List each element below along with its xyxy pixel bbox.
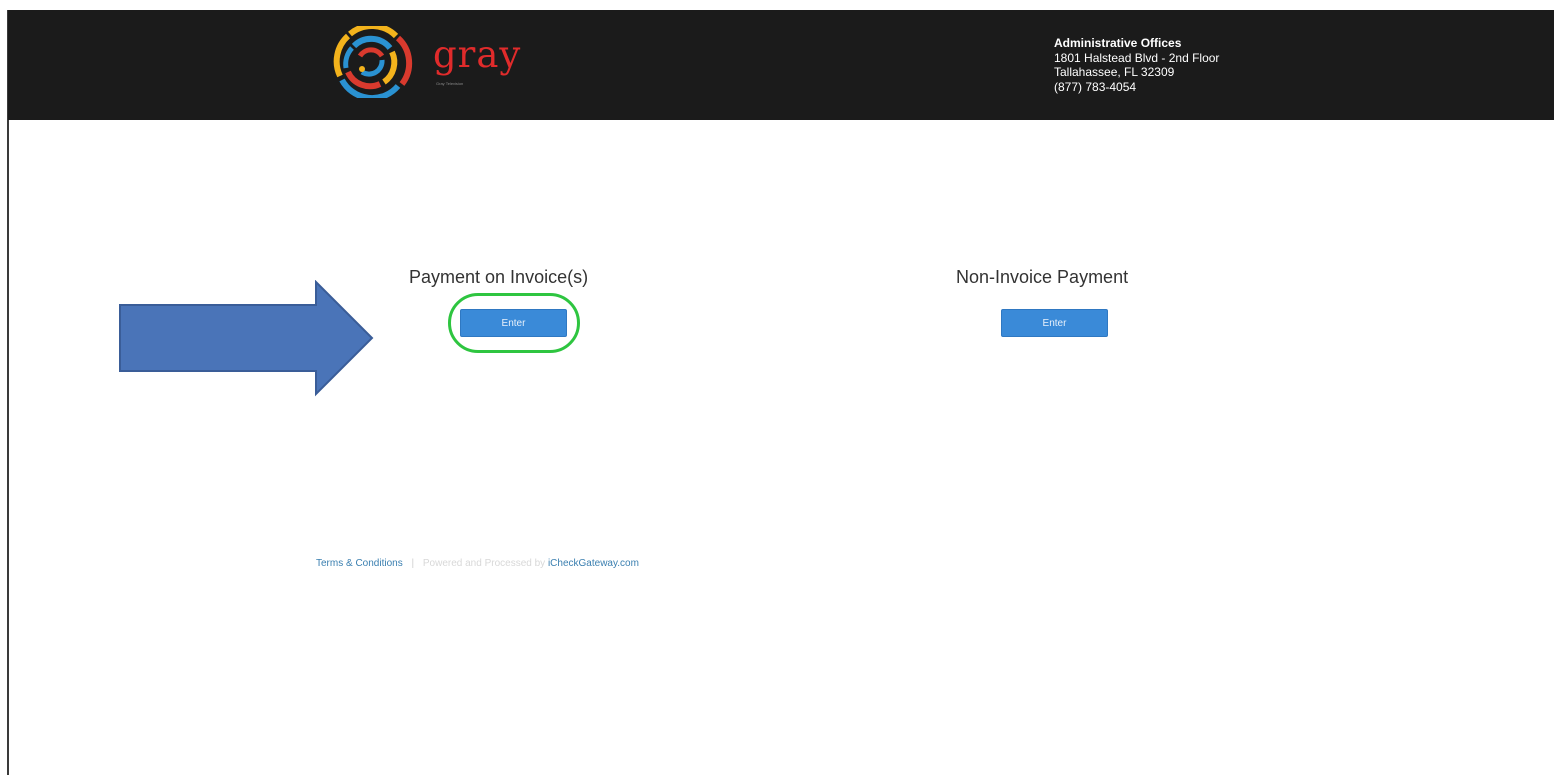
- header-bar: [8, 10, 1554, 120]
- terms-conditions-link[interactable]: Terms & Conditions: [316, 558, 403, 569]
- gray-logo-icon: [333, 23, 413, 102]
- address-line-1: 1801 Halstead Blvd - 2nd Floor: [1054, 50, 1220, 65]
- logo-wordmark: gray: [433, 33, 522, 76]
- address-line-2: Tallahassee, FL 32309: [1054, 65, 1175, 79]
- address-phone: (877) 783-4054: [1054, 79, 1137, 94]
- window-left-border: [7, 10, 9, 775]
- address-title: Administrative Offices: [1054, 36, 1182, 50]
- annotation-arrow: [118, 279, 378, 403]
- non-invoice-payment-title: Non-Invoice Payment: [956, 267, 1129, 287]
- annotation-highlight-circle: [448, 293, 580, 353]
- non-invoice-enter-button[interactable]: Enter: [1001, 309, 1108, 337]
- powered-by-text: Powered and Processed by: [422, 558, 546, 569]
- gray-logo[interactable]: gray Gray Television: [332, 23, 542, 102]
- page: gray Gray Television Administrative Offi…: [0, 0, 1554, 775]
- address-block: Administrative Offices 1801 Halstead Blv…: [1054, 36, 1219, 94]
- logo-tagline: Gray Television: [436, 81, 464, 86]
- payment-on-invoice-title: Payment on Invoice(s): [409, 267, 589, 287]
- icheckgateway-link[interactable]: iCheckGateway.com: [548, 558, 639, 569]
- footer-separator: |: [411, 558, 415, 569]
- arrow-right-icon: [119, 279, 374, 397]
- footer: Terms & Conditions | Powered and Process…: [316, 558, 639, 569]
